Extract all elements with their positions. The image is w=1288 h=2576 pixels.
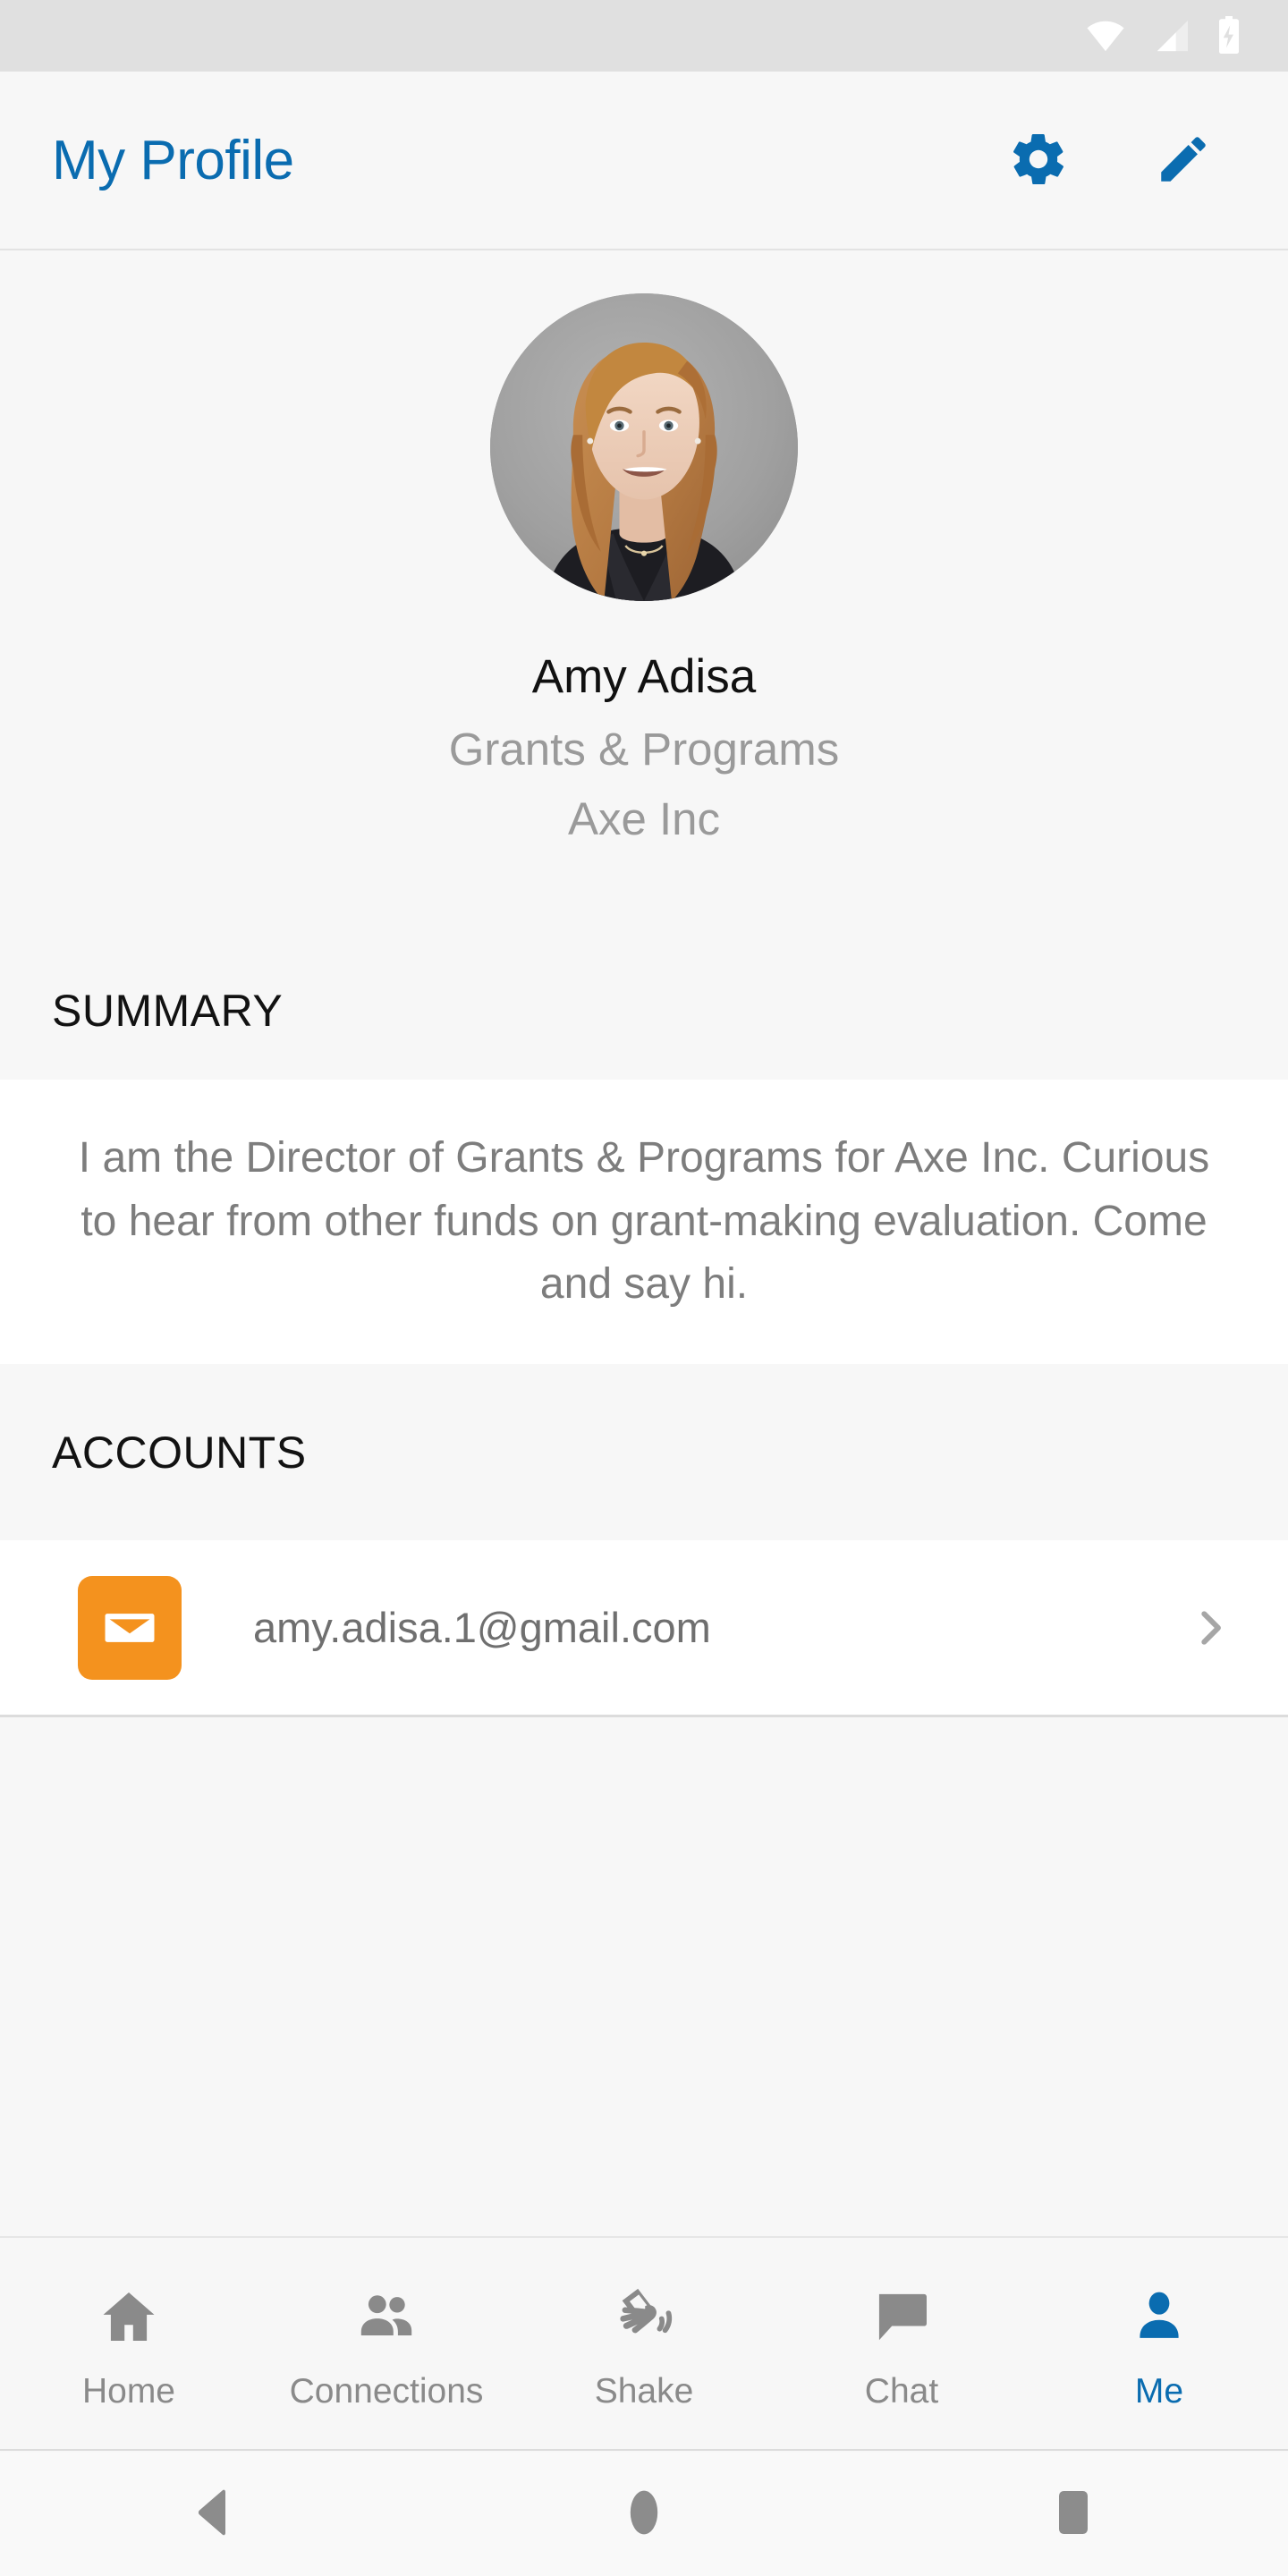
gear-icon <box>1008 129 1069 192</box>
tab-label-home: Home <box>81 2371 176 2411</box>
tab-label-connections: Connections <box>289 2371 484 2411</box>
email-envelope-icon <box>78 1575 182 1680</box>
account-row-email[interactable]: amy.adisa.1@gmail.com <box>0 1540 1288 1717</box>
accounts-section-label: ACCOUNTS <box>52 1427 307 1478</box>
tab-shake[interactable]: Shake <box>515 2238 773 2449</box>
chat-bubble-icon <box>870 2279 933 2354</box>
home-circle-icon <box>626 2489 662 2540</box>
profile-header: Amy Adisa Grants & Programs Axe Inc <box>0 252 1288 941</box>
profile-company: Axe Inc <box>567 793 721 845</box>
tab-chat[interactable]: Chat <box>773 2238 1030 2449</box>
wifi-icon <box>1086 20 1125 52</box>
tab-connections[interactable]: Connections <box>258 2238 515 2449</box>
tab-label-chat: Chat <box>864 2371 939 2411</box>
shake-phone-icon <box>611 2279 677 2354</box>
system-back-button[interactable] <box>0 2489 429 2540</box>
profile-photo <box>490 293 798 601</box>
system-recents-button[interactable] <box>859 2489 1288 2540</box>
avatar <box>490 293 798 601</box>
account-email-value: amy.adisa.1@gmail.com <box>253 1604 711 1651</box>
summary-section-label: SUMMARY <box>52 985 284 1036</box>
people-icon <box>354 2279 419 2354</box>
empty-content-area <box>0 1720 1288 2236</box>
back-triangle-icon <box>193 2489 236 2540</box>
bottom-tab-bar: Home Connections Shake Chat Me <box>0 2236 1288 2451</box>
pencil-icon <box>1154 130 1213 191</box>
profile-screen: My Profile Amy Adisa Grants & Programs A… <box>0 0 1288 2576</box>
status-bar <box>0 0 1288 72</box>
home-icon <box>97 2279 161 2354</box>
system-navigation-bar <box>0 2453 1288 2576</box>
summary-card: I am the Director of Grants & Programs f… <box>0 1080 1288 1364</box>
system-home-button[interactable] <box>429 2489 859 2540</box>
battery-charging-icon <box>1216 16 1241 55</box>
accounts-section-header: ACCOUNTS <box>0 1364 1288 1540</box>
edit-profile-button[interactable] <box>1143 120 1224 200</box>
tab-label-me: Me <box>1134 2371 1184 2411</box>
profile-subtitle: Grants & Programs <box>448 724 840 775</box>
page-title: My Profile <box>52 129 294 191</box>
app-bar: My Profile <box>0 72 1288 250</box>
app-bar-actions <box>998 120 1224 200</box>
tab-me[interactable]: Me <box>1030 2238 1288 2449</box>
profile-name: Amy Adisa <box>531 650 757 703</box>
tab-home[interactable]: Home <box>0 2238 258 2449</box>
recents-square-icon <box>1057 2489 1089 2540</box>
summary-text: I am the Director of Grants & Programs f… <box>78 1134 1210 1309</box>
person-icon <box>1128 2279 1191 2354</box>
chevron-right-icon <box>1186 1604 1234 1652</box>
cellular-signal-icon <box>1152 19 1190 53</box>
settings-button[interactable] <box>998 120 1079 200</box>
tab-label-shake: Shake <box>594 2371 694 2411</box>
summary-section-header: SUMMARY <box>0 941 1288 1080</box>
